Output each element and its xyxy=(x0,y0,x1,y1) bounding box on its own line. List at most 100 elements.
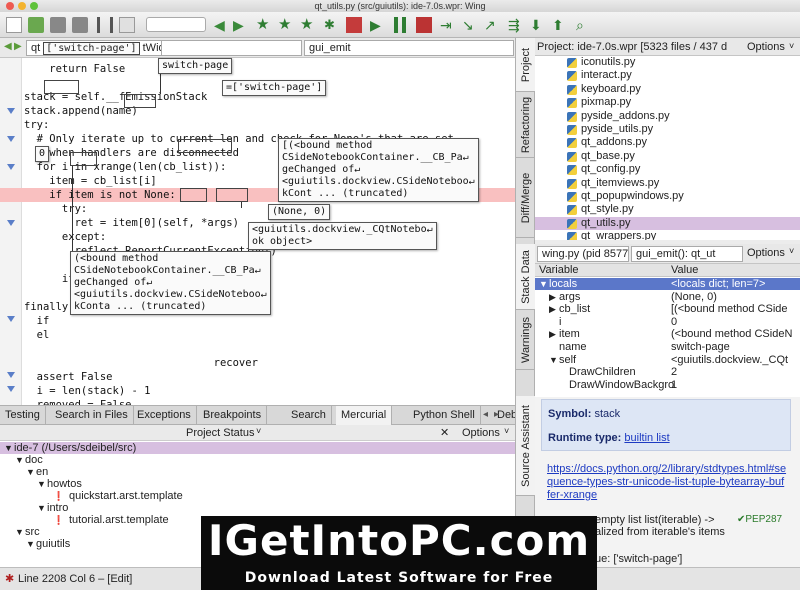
code-line[interactable]: if xyxy=(24,314,50,328)
code-line[interactable]: try: xyxy=(24,118,49,132)
step-icon[interactable]: ⇥ xyxy=(440,17,456,33)
code-line[interactable]: return False xyxy=(24,62,125,76)
tree-row[interactable]: ▼ ide-7 (/Users/sdeibel/src) xyxy=(0,442,515,454)
tree-row[interactable]: ❗ quickstart.arst.template xyxy=(0,490,515,502)
variable-row[interactable]: ▶ cb_list [(<bound method CSide xyxy=(535,303,800,315)
expand-arrow-icon[interactable]: ▶ xyxy=(549,291,556,303)
project-file-list[interactable]: iconutils.py interact.py keyboard.py pixmap… xyxy=(535,56,800,240)
tree-row[interactable]: ▼ howtos xyxy=(0,478,515,490)
code-line[interactable]: assert False xyxy=(24,370,113,384)
code-line[interactable]: removed = False xyxy=(24,398,132,405)
tabs-scroll-left-icon[interactable]: ◂ xyxy=(483,409,488,420)
code-line[interactable]: for i in xrange(len(cb_list)): xyxy=(24,160,227,174)
chevron-down-icon[interactable]: ˅ xyxy=(789,37,794,55)
tab-stack-data[interactable]: Stack Data xyxy=(516,244,535,310)
code-line[interactable]: recover xyxy=(24,356,258,370)
tab-mercurial[interactable]: Mercurial xyxy=(336,406,393,425)
new-file-icon[interactable] xyxy=(6,17,22,33)
open-folder-icon[interactable] xyxy=(28,17,44,33)
tab-diff-merge[interactable]: Diff/Merge xyxy=(516,158,535,238)
expand-arrow-icon[interactable]: ▼ xyxy=(37,478,46,490)
tab-search[interactable]: Search xyxy=(286,406,332,425)
tab-warnings[interactable]: Warnings xyxy=(516,310,535,370)
variable-row[interactable]: i0 xyxy=(535,316,800,328)
file-row[interactable]: qt_style.py xyxy=(535,203,800,216)
tree-row[interactable]: ▼ doc xyxy=(0,454,515,466)
bookmark-prev-icon[interactable]: ★ xyxy=(278,17,294,33)
expand-arrow-icon[interactable]: ▼ xyxy=(4,442,13,454)
method-combo[interactable]: gui_emit xyxy=(304,40,514,56)
toolbar-search-input[interactable] xyxy=(146,17,206,32)
variable-row[interactable]: ▶ args (None, 0) xyxy=(535,291,800,303)
file-row[interactable]: interact.py xyxy=(535,69,800,82)
tab-exceptions[interactable]: Exceptions xyxy=(132,406,197,425)
save-all-icon[interactable] xyxy=(72,17,88,33)
save-icon[interactable] xyxy=(50,17,66,33)
close-window-button[interactable] xyxy=(6,2,14,10)
expand-arrow-icon[interactable]: ▼ xyxy=(26,538,35,550)
bookmark-star-icon[interactable]: ★ xyxy=(256,17,272,33)
tab-python-shell[interactable]: Python Shell xyxy=(408,406,481,425)
class-combo[interactable] xyxy=(162,40,302,56)
options-button[interactable]: Options xyxy=(747,247,785,259)
options-button[interactable]: Options xyxy=(747,38,785,56)
variable-column-header[interactable]: Variable xyxy=(539,264,579,276)
fold-arrow-icon[interactable] xyxy=(7,164,15,170)
pause-icon[interactable] xyxy=(394,17,406,33)
variable-row[interactable]: ▼ locals <locals dict; len=7> xyxy=(535,278,800,290)
tree-row[interactable]: ▼ intro xyxy=(0,502,515,514)
code-line[interactable]: el xyxy=(24,328,50,342)
file-row[interactable]: qt_popupwindows.py xyxy=(535,190,800,203)
code-line[interactable]: try: xyxy=(24,202,87,216)
file-row[interactable]: iconutils.py xyxy=(535,56,800,69)
variable-row[interactable]: DrawChildren 2 xyxy=(535,366,800,378)
expand-arrow-icon[interactable]: ▼ xyxy=(26,466,35,478)
file-row[interactable]: qt_config.py xyxy=(535,163,800,176)
back-arrow-icon[interactable]: ◀ xyxy=(214,17,230,33)
tab-source-assistant[interactable]: Source Assistant xyxy=(516,396,535,496)
find-uses-icon[interactable]: ⌕ xyxy=(576,17,592,33)
file-row[interactable]: qt_addons.py xyxy=(535,136,800,149)
fold-arrow-icon[interactable] xyxy=(7,108,15,114)
project-status-title[interactable]: Project Status xyxy=(186,427,254,439)
code-line[interactable]: i = len(stack) - 1 xyxy=(24,384,151,398)
expand-arrow-icon[interactable]: ▼ xyxy=(539,278,548,290)
kill-icon[interactable] xyxy=(416,17,432,33)
file-row[interactable]: pyside_addons.py xyxy=(535,110,800,123)
code-line[interactable]: item = cb_list[i] xyxy=(24,174,156,188)
bug-icon[interactable]: ✱ xyxy=(5,568,14,590)
variable-row[interactable]: name switch-page xyxy=(535,341,800,353)
file-row[interactable]: qt_base.py xyxy=(535,150,800,163)
forward-arrow-icon[interactable]: ▶ xyxy=(233,17,249,33)
file-row[interactable]: qt_wrappers.py xyxy=(535,230,800,240)
chevron-down-icon[interactable]: ˅ xyxy=(789,246,794,256)
pep-badge[interactable]: ✔PEP287 xyxy=(737,514,782,525)
code-line[interactable]: ret = item[0](self, *args) xyxy=(24,216,239,230)
nav-back-icon[interactable]: ◀ xyxy=(4,41,12,52)
variables-list[interactable]: ▼ locals <locals dict; len=7> ▶ args (None, 0… xyxy=(535,277,800,397)
expand-arrow-icon[interactable]: ▶ xyxy=(549,303,556,315)
nav-forward-icon[interactable]: ▶ xyxy=(14,41,22,52)
close-icon[interactable]: ✕ xyxy=(440,426,449,439)
variable-row[interactable]: ▼ self <guiutils.dockview._CQt xyxy=(535,354,800,366)
fold-arrow-icon[interactable] xyxy=(7,220,15,226)
python-docs-link[interactable]: https://docs.python.org/2/library/stdtyp… xyxy=(547,463,787,502)
zoom-window-button[interactable] xyxy=(30,2,38,10)
tab-search-in-files[interactable]: Search in Files xyxy=(50,406,134,425)
variable-row[interactable]: ▶ item (<bound method CSideN xyxy=(535,328,800,340)
step-into-icon[interactable]: ↘ xyxy=(462,17,478,33)
code-line[interactable]: finally: xyxy=(24,300,75,314)
chevron-down-icon[interactable]: ˅ xyxy=(504,426,509,436)
runtime-type-link[interactable]: builtin list xyxy=(624,432,669,444)
fold-arrow-icon[interactable] xyxy=(7,136,15,142)
minimize-window-button[interactable] xyxy=(18,2,26,10)
replace-icon[interactable] xyxy=(119,17,135,33)
file-row[interactable]: pyside_utils.py xyxy=(535,123,800,136)
variable-row[interactable]: DrawWindowBackgro 1 xyxy=(535,379,800,391)
file-row[interactable]: qt_utils.py xyxy=(535,216,800,230)
file-row[interactable]: keyboard.py xyxy=(535,83,800,96)
file-row[interactable]: pixmap.py xyxy=(535,96,800,109)
bug-icon[interactable]: ✱ xyxy=(324,17,340,33)
tab-project[interactable]: Project xyxy=(516,38,535,92)
tab-refactoring[interactable]: Refactoring xyxy=(516,92,535,158)
